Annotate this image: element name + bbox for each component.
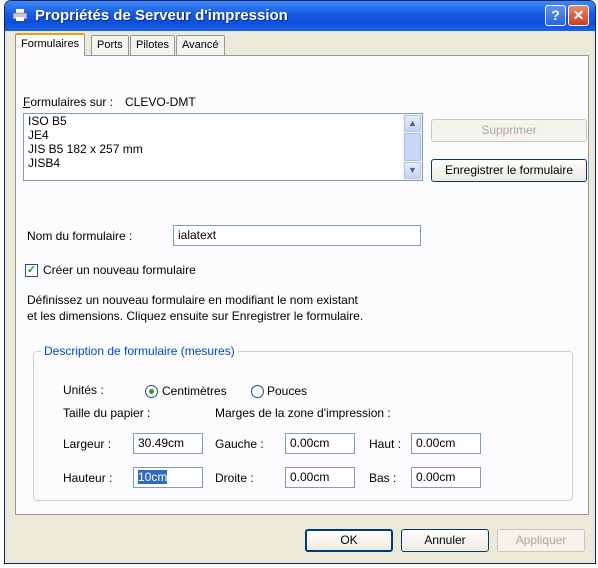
forms-on-label: Formulaires sur : [23,95,114,109]
close-button[interactable]: ✕ [568,5,589,26]
apply-button[interactable]: Appliquer [497,529,585,552]
list-item[interactable]: JISB4 [24,156,422,170]
tab-ports[interactable]: Ports [91,35,129,55]
left-margin-label: Gauche : [215,437,264,451]
tab-avance[interactable]: Avancé [176,35,225,55]
instructions-line-2: et les dimensions. Cliquez ensuite sur E… [27,309,364,323]
listbox-scrollbar[interactable]: ▲ ▼ [403,114,422,180]
margins-label: Marges de la zone d'impression : [215,406,391,420]
top-margin-label: Haut : [369,437,402,451]
height-input[interactable]: 10cm [133,467,203,488]
bottom-margin-label: Bas : [369,471,397,485]
tab-formulaires[interactable]: Formulaires [15,33,86,56]
save-form-button[interactable]: Enregistrer le formulaire [431,159,587,182]
ok-button[interactable]: OK [305,529,393,552]
description-title: Description de formulaire (mesures) [41,344,238,358]
dialog-window: Propriétés de Serveur d'impression ? ✕ F… [4,0,596,564]
scroll-thumb[interactable] [404,133,421,161]
centimetres-label: Centimètres [162,384,227,398]
list-item[interactable]: JE4 [24,128,422,142]
scroll-down-icon[interactable]: ▼ [404,162,421,179]
left-margin-input[interactable]: 0.00cm [285,433,355,454]
radio-pouces[interactable] [251,385,264,398]
help-button[interactable]: ? [545,5,566,26]
cancel-button[interactable]: Annuler [401,529,489,552]
right-margin-label: Droite : [215,471,254,485]
create-new-checkbox[interactable]: ✓ [25,264,38,277]
form-name-input[interactable]: ialatext [173,225,421,246]
units-label: Unités : [63,383,104,397]
forms-listbox[interactable]: ISO B5 JE4 JIS B5 182 x 257 mm JISB4 [23,113,423,181]
width-label: Largeur : [63,437,112,451]
bottom-margin-input[interactable]: 0.00cm [411,467,481,488]
radio-centimetres[interactable] [145,385,158,398]
scroll-up-icon[interactable]: ▲ [404,115,421,132]
list-item[interactable]: JIS B5 182 x 257 mm [24,142,422,156]
title-bar[interactable]: Propriétés de Serveur d'impression ? ✕ [5,1,595,31]
printer-icon [13,9,27,21]
instructions-line-1: Définissez un nouveau formulaire en modi… [27,293,358,307]
server-name: CLEVO-DMT [125,95,196,109]
width-input[interactable]: 30.49cm [133,433,203,454]
height-label: Hauteur : [63,471,113,485]
tab-pilotes[interactable]: Pilotes [130,35,176,55]
paper-size-label: Taille du papier : [63,406,151,420]
delete-button[interactable]: Supprimer [431,119,587,142]
form-name-label: Nom du formulaire : [27,229,133,243]
list-item[interactable]: ISO B5 [24,114,422,128]
height-value-selected: 10cm [138,470,168,484]
create-new-label: Créer un nouveau formulaire [43,263,196,277]
top-margin-input[interactable]: 0.00cm [411,433,481,454]
pouces-label: Pouces [267,384,308,398]
radio-selected-dot [149,389,154,394]
window-title: Propriétés de Serveur d'impression [35,7,288,24]
right-margin-input[interactable]: 0.00cm [285,467,355,488]
